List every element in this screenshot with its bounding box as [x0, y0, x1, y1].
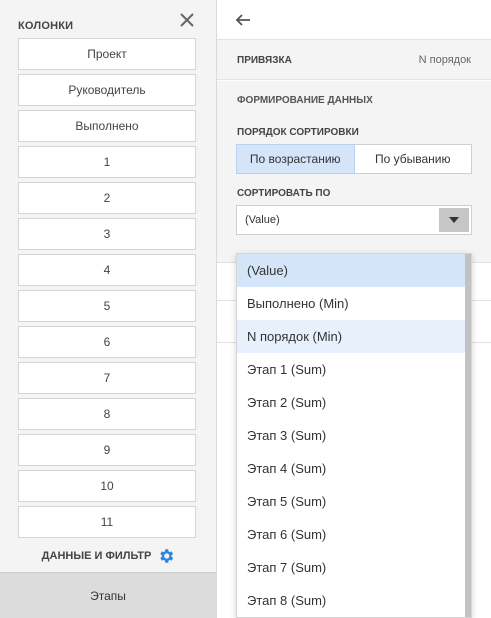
column-item[interactable]: 1 [18, 146, 196, 178]
chevron-down-icon[interactable] [439, 208, 469, 232]
dropdown-scrollbar[interactable] [465, 254, 471, 617]
column-item[interactable]: 2 [18, 182, 196, 214]
columns-panel: КОЛОНКИ Проект Руководитель Выполнено 1 2 3 4 5… [0, 0, 217, 618]
dropdown-option[interactable]: Этап 1 (Sum) [237, 353, 467, 386]
sort-descending-button[interactable]: По убыванию [354, 144, 472, 174]
data-filter-label: ДАННЫЕ И ФИЛЬТР [41, 550, 152, 562]
column-item[interactable]: Руководитель [18, 74, 196, 106]
column-item[interactable]: 4 [18, 254, 196, 286]
sort-ascending-button[interactable]: По возрастанию [236, 144, 355, 174]
binding-value: N порядок [418, 54, 471, 66]
column-item[interactable]: 8 [18, 398, 196, 430]
data-shaping-section: ФОРМИРОВАНИЕ ДАННЫХ ПОРЯДОК СОРТИРОВКИ П… [217, 81, 491, 263]
back-arrow-icon[interactable] [233, 10, 253, 30]
gear-icon[interactable] [157, 547, 175, 565]
column-item[interactable]: 11 [18, 506, 196, 538]
column-item[interactable]: 7 [18, 362, 196, 394]
columns-title: КОЛОНКИ [18, 20, 74, 32]
tab-stages[interactable]: Этапы [0, 572, 216, 618]
sort-by-dropdown: (Value) Выполнено (Min) N порядок (Min) Эта… [236, 253, 472, 618]
column-item[interactable]: 9 [18, 434, 196, 466]
column-item[interactable]: 6 [18, 326, 196, 358]
column-item[interactable]: 3 [18, 218, 196, 250]
binding-row[interactable]: ПРИВЯЗКА N порядок [217, 40, 491, 80]
column-item[interactable]: 5 [18, 290, 196, 322]
dropdown-option[interactable]: Этап 6 (Sum) [237, 518, 467, 551]
data-filter-row[interactable]: ДАННЫЕ И ФИЛЬТР [0, 544, 217, 568]
column-item[interactable]: Выполнено [18, 110, 196, 142]
dropdown-option[interactable]: Этап 2 (Sum) [237, 386, 467, 419]
section-title: ФОРМИРОВАНИЕ ДАННЫХ [237, 95, 373, 106]
sort-by-select[interactable]: (Value) [236, 205, 472, 235]
sort-order-toggle: По возрастанию По убыванию [236, 144, 472, 174]
sort-by-label: СОРТИРОВАТЬ ПО [237, 188, 331, 199]
dropdown-option[interactable]: Этап 7 (Sum) [237, 551, 467, 584]
sort-by-value: (Value) [245, 214, 280, 226]
scrollbar-thumb[interactable] [465, 254, 471, 617]
dropdown-option[interactable]: Выполнено (Min) [237, 287, 467, 320]
dropdown-option[interactable]: (Value) [237, 254, 467, 287]
close-icon[interactable] [176, 9, 198, 31]
column-item[interactable]: Проект [18, 38, 196, 70]
sort-order-label: ПОРЯДОК СОРТИРОВКИ [237, 127, 359, 138]
column-item[interactable]: 10 [18, 470, 196, 502]
binding-label: ПРИВЯЗКА [237, 55, 292, 66]
dropdown-option[interactable]: Этап 8 (Sum) [237, 584, 467, 617]
dropdown-option[interactable]: Этап 5 (Sum) [237, 485, 467, 518]
dropdown-option[interactable]: Этап 3 (Sum) [237, 419, 467, 452]
dropdown-option[interactable]: N порядок (Min) [237, 320, 467, 353]
dropdown-option[interactable]: Этап 4 (Sum) [237, 452, 467, 485]
